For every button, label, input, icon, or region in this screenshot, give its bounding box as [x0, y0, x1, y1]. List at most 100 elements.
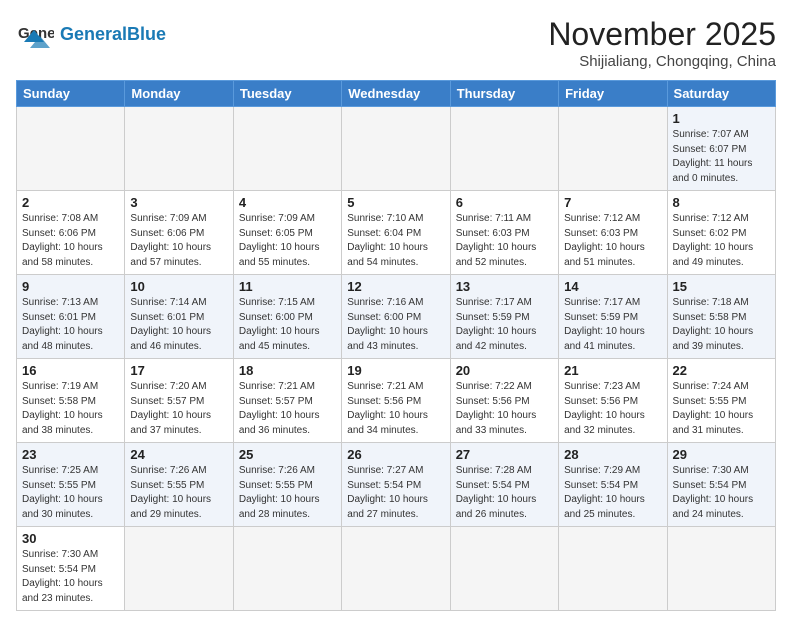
- day-info: Sunrise: 7:12 AM Sunset: 6:03 PM Dayligh…: [564, 212, 661, 270]
- calendar-cell: [450, 527, 558, 611]
- day-number: 4: [239, 195, 336, 210]
- day-number: 19: [347, 363, 444, 378]
- calendar-cell: 1 Sunrise: 7:07 AM Sunset: 6:07 PM Daylig…: [667, 107, 775, 191]
- day-number: 7: [564, 195, 661, 210]
- weekday-header-sunday: Sunday: [17, 81, 125, 107]
- calendar-cell: [559, 107, 667, 191]
- weekday-header-friday: Friday: [559, 81, 667, 107]
- calendar-cell: 28Sunrise: 7:29 AM Sunset: 5:54 PM Dayli…: [559, 443, 667, 527]
- day-info: Sunrise: 7:28 AM Sunset: 5:54 PM Dayligh…: [456, 464, 553, 522]
- calendar-week-row: 16 Sunrise: 7:19 AM Sunset: 5:58 PM Dayli…: [17, 359, 776, 443]
- calendar-cell: 19 Sunrise: 7:21 AM Sunset: 5:56 PM Dayli…: [342, 359, 450, 443]
- calendar-cell: 10Sunrise: 7:14 AM Sunset: 6:01 PM Dayli…: [125, 275, 233, 359]
- day-info: Sunrise: 7:15 AM Sunset: 6:00 PM Dayligh…: [239, 296, 336, 354]
- day-info: Sunrise: 7:30 AM Sunset: 5:54 PM Dayligh…: [22, 548, 119, 606]
- day-info: Sunrise: 7:17 AM Sunset: 5:59 PM Dayligh…: [456, 296, 553, 354]
- day-info: Sunrise: 7:07 AM Sunset: 6:07 PM Dayligh…: [673, 128, 770, 186]
- day-number: 2: [22, 195, 119, 210]
- calendar-cell: [125, 107, 233, 191]
- calendar-cell: 6 Sunrise: 7:11 AM Sunset: 6:03 PM Daylig…: [450, 191, 558, 275]
- day-number: 17: [130, 363, 227, 378]
- day-info: Sunrise: 7:20 AM Sunset: 5:57 PM Dayligh…: [130, 380, 227, 438]
- day-info: Sunrise: 7:27 AM Sunset: 5:54 PM Dayligh…: [347, 464, 444, 522]
- day-number: 6: [456, 195, 553, 210]
- weekday-header-monday: Monday: [125, 81, 233, 107]
- day-info: Sunrise: 7:22 AM Sunset: 5:56 PM Dayligh…: [456, 380, 553, 438]
- calendar-cell: 7 Sunrise: 7:12 AM Sunset: 6:03 PM Daylig…: [559, 191, 667, 275]
- calendar-week-row: 2 Sunrise: 7:08 AM Sunset: 6:06 PM Daylig…: [17, 191, 776, 275]
- day-number: 26: [347, 447, 444, 462]
- day-info: Sunrise: 7:26 AM Sunset: 5:55 PM Dayligh…: [130, 464, 227, 522]
- calendar-cell: [233, 527, 341, 611]
- calendar-week-row: 30 Sunrise: 7:30 AM Sunset: 5:54 PM Dayli…: [17, 527, 776, 611]
- calendar-cell: 5 Sunrise: 7:10 AM Sunset: 6:04 PM Daylig…: [342, 191, 450, 275]
- calendar-cell: 30 Sunrise: 7:30 AM Sunset: 5:54 PM Dayli…: [17, 527, 125, 611]
- logo: General GeneralBlue: [16, 16, 166, 54]
- day-info: Sunrise: 7:14 AM Sunset: 6:01 PM Dayligh…: [130, 296, 227, 354]
- month-title: November 2025: [548, 16, 776, 53]
- day-info: Sunrise: 7:29 AM Sunset: 5:54 PM Dayligh…: [564, 464, 661, 522]
- calendar-week-row: 9 Sunrise: 7:13 AM Sunset: 6:01 PM Daylig…: [17, 275, 776, 359]
- day-number: 1: [673, 111, 770, 126]
- day-info: Sunrise: 7:12 AM Sunset: 6:02 PM Dayligh…: [673, 212, 770, 270]
- day-number: 3: [130, 195, 227, 210]
- day-number: 5: [347, 195, 444, 210]
- day-number: 15: [673, 279, 770, 294]
- logo-icon: General: [16, 16, 54, 54]
- calendar-cell: [342, 107, 450, 191]
- weekday-header-wednesday: Wednesday: [342, 81, 450, 107]
- weekday-header-row: SundayMondayTuesdayWednesdayThursdayFrid…: [17, 81, 776, 107]
- calendar-cell: 22Sunrise: 7:24 AM Sunset: 5:55 PM Dayli…: [667, 359, 775, 443]
- calendar-cell: [667, 527, 775, 611]
- calendar-cell: 23Sunrise: 7:25 AM Sunset: 5:55 PM Dayli…: [17, 443, 125, 527]
- weekday-header-tuesday: Tuesday: [233, 81, 341, 107]
- day-info: Sunrise: 7:21 AM Sunset: 5:57 PM Dayligh…: [239, 380, 336, 438]
- calendar-table: SundayMondayTuesdayWednesdayThursdayFrid…: [16, 80, 776, 611]
- calendar-cell: [17, 107, 125, 191]
- calendar-cell: 4 Sunrise: 7:09 AM Sunset: 6:05 PM Daylig…: [233, 191, 341, 275]
- calendar-cell: 26 Sunrise: 7:27 AM Sunset: 5:54 PM Dayli…: [342, 443, 450, 527]
- logo-general: General: [60, 24, 127, 44]
- day-number: 12: [347, 279, 444, 294]
- day-number: 23: [22, 447, 119, 462]
- calendar-cell: 24 Sunrise: 7:26 AM Sunset: 5:55 PM Dayli…: [125, 443, 233, 527]
- day-number: 20: [456, 363, 553, 378]
- weekday-header-saturday: Saturday: [667, 81, 775, 107]
- day-number: 21: [564, 363, 661, 378]
- calendar-cell: 27Sunrise: 7:28 AM Sunset: 5:54 PM Dayli…: [450, 443, 558, 527]
- calendar-cell: 9 Sunrise: 7:13 AM Sunset: 6:01 PM Daylig…: [17, 275, 125, 359]
- page-header: General GeneralBlue November 2025 Shijia…: [16, 16, 776, 70]
- day-info: Sunrise: 7:19 AM Sunset: 5:58 PM Dayligh…: [22, 380, 119, 438]
- calendar-cell: [342, 527, 450, 611]
- day-number: 30: [22, 531, 119, 546]
- day-info: Sunrise: 7:16 AM Sunset: 6:00 PM Dayligh…: [347, 296, 444, 354]
- calendar-cell: 13 Sunrise: 7:17 AM Sunset: 5:59 PM Dayli…: [450, 275, 558, 359]
- calendar-cell: 20 Sunrise: 7:22 AM Sunset: 5:56 PM Dayli…: [450, 359, 558, 443]
- title-block: November 2025 Shijialiang, Chongqing, Ch…: [548, 16, 776, 70]
- day-info: Sunrise: 7:21 AM Sunset: 5:56 PM Dayligh…: [347, 380, 444, 438]
- logo-text: GeneralBlue: [60, 25, 166, 45]
- day-info: Sunrise: 7:09 AM Sunset: 6:05 PM Dayligh…: [239, 212, 336, 270]
- day-info: Sunrise: 7:08 AM Sunset: 6:06 PM Dayligh…: [22, 212, 119, 270]
- day-info: Sunrise: 7:11 AM Sunset: 6:03 PM Dayligh…: [456, 212, 553, 270]
- day-info: Sunrise: 7:30 AM Sunset: 5:54 PM Dayligh…: [673, 464, 770, 522]
- day-info: Sunrise: 7:26 AM Sunset: 5:55 PM Dayligh…: [239, 464, 336, 522]
- day-number: 13: [456, 279, 553, 294]
- day-number: 29: [673, 447, 770, 462]
- day-info: Sunrise: 7:17 AM Sunset: 5:59 PM Dayligh…: [564, 296, 661, 354]
- calendar-cell: 8Sunrise: 7:12 AM Sunset: 6:02 PM Daylig…: [667, 191, 775, 275]
- calendar-cell: 25Sunrise: 7:26 AM Sunset: 5:55 PM Dayli…: [233, 443, 341, 527]
- calendar-cell: 3Sunrise: 7:09 AM Sunset: 6:06 PM Daylig…: [125, 191, 233, 275]
- calendar-cell: 16 Sunrise: 7:19 AM Sunset: 5:58 PM Dayli…: [17, 359, 125, 443]
- day-number: 9: [22, 279, 119, 294]
- day-info: Sunrise: 7:23 AM Sunset: 5:56 PM Dayligh…: [564, 380, 661, 438]
- day-number: 16: [22, 363, 119, 378]
- calendar-cell: 18Sunrise: 7:21 AM Sunset: 5:57 PM Dayli…: [233, 359, 341, 443]
- day-info: Sunrise: 7:10 AM Sunset: 6:04 PM Dayligh…: [347, 212, 444, 270]
- calendar-cell: 11Sunrise: 7:15 AM Sunset: 6:00 PM Dayli…: [233, 275, 341, 359]
- logo-blue: Blue: [127, 24, 166, 44]
- day-info: Sunrise: 7:13 AM Sunset: 6:01 PM Dayligh…: [22, 296, 119, 354]
- calendar-cell: 21 Sunrise: 7:23 AM Sunset: 5:56 PM Dayli…: [559, 359, 667, 443]
- weekday-header-thursday: Thursday: [450, 81, 558, 107]
- day-number: 24: [130, 447, 227, 462]
